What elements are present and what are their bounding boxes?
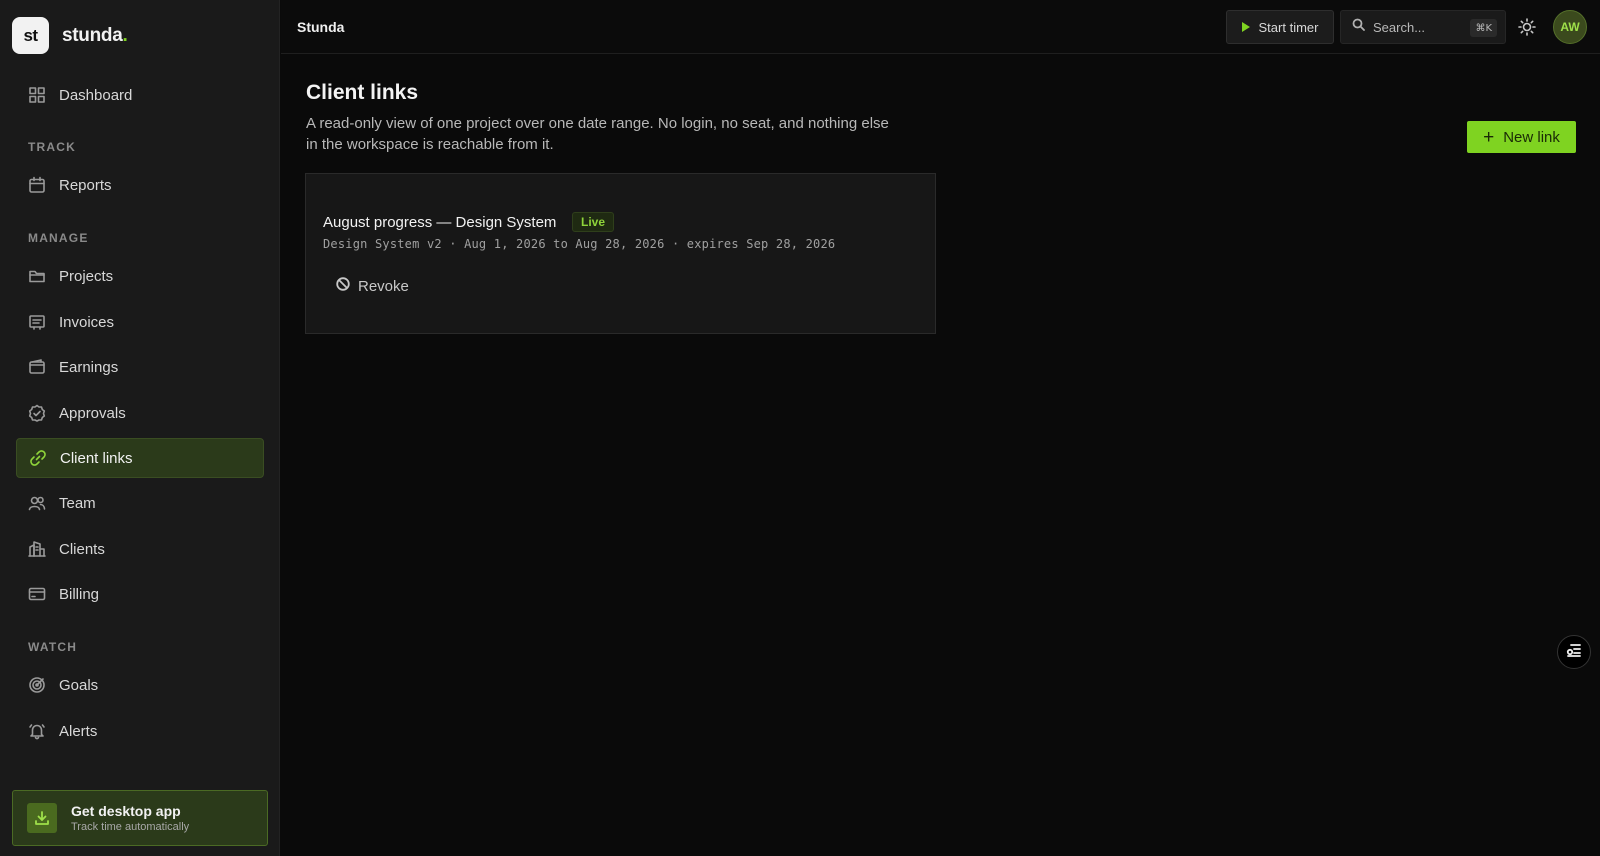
bell-icon	[28, 722, 46, 740]
sidebar-item-label: Earnings	[59, 358, 119, 376]
sidebar-item-label: Goals	[59, 676, 99, 694]
client-link-card: August progress — Design System Live Des…	[305, 173, 936, 334]
building-icon	[28, 540, 46, 558]
calendar-icon	[28, 176, 46, 194]
search-shortcut: ⌘K	[1470, 19, 1497, 37]
start-timer-button[interactable]: Start timer	[1226, 10, 1334, 44]
sidebar-item-reports[interactable]: Reports	[16, 165, 264, 205]
search-input[interactable]	[1373, 19, 1473, 35]
sidebar-item-earnings[interactable]: Earnings	[16, 347, 264, 387]
sidebar-item-team[interactable]: Team	[16, 483, 264, 523]
get-desktop-app-card[interactable]: Get desktop app Track time automatically	[12, 790, 268, 846]
new-link-label: New link	[1503, 128, 1560, 146]
badge-check-icon	[28, 404, 46, 422]
sidebar: st stunda. Dashboard TRACK Reports MANAG…	[0, 0, 280, 856]
sidebar-item-projects[interactable]: Projects	[16, 256, 264, 296]
sidebar-item-approvals[interactable]: Approvals	[16, 393, 264, 433]
invoice-icon	[28, 313, 46, 331]
sidebar-item-label: Invoices	[59, 313, 115, 331]
sidebar-item-label: Clients	[59, 540, 105, 558]
status-badge: Live	[572, 212, 615, 232]
sidebar-item-label: Team	[59, 494, 96, 512]
theme-toggle-button[interactable]	[1517, 17, 1537, 37]
search-box[interactable]: ⌘K	[1340, 10, 1506, 44]
revoke-button[interactable]: Revoke	[336, 273, 409, 299]
grid-icon	[28, 86, 46, 104]
workspace-name: Stunda	[297, 19, 345, 35]
ban-icon	[336, 277, 358, 295]
search-icon	[1352, 18, 1365, 36]
sidebar-item-clients[interactable]: Clients	[16, 529, 264, 569]
sidebar-item-dashboard[interactable]: Dashboard	[16, 75, 264, 115]
revoke-label: Revoke	[358, 277, 409, 295]
download-icon	[27, 803, 57, 833]
sidebar-item-invoices[interactable]: Invoices	[16, 302, 264, 342]
sun-icon	[1517, 18, 1537, 41]
checklist-fab-button[interactable]	[1557, 635, 1591, 669]
topbar: Stunda Start timer ⌘K AW	[281, 0, 1600, 54]
section-label-watch: WATCH	[28, 640, 78, 654]
sidebar-item-label: Reports	[59, 176, 112, 194]
sidebar-item-goals[interactable]: Goals	[16, 665, 264, 705]
page-title: Client links	[306, 81, 419, 104]
logo-dot: .	[122, 24, 128, 46]
sidebar-item-alerts[interactable]: Alerts	[16, 711, 264, 751]
checklist-icon	[1565, 641, 1583, 664]
new-link-button[interactable]: + New link	[1467, 121, 1576, 153]
logo-wordmark: stunda.	[62, 24, 128, 47]
section-label-manage: MANAGE	[28, 231, 89, 245]
user-avatar[interactable]: AW	[1553, 10, 1587, 44]
link-meta: Design System v2 · Aug 1, 2026 to Aug 28…	[323, 237, 836, 251]
sidebar-item-label: Projects	[59, 267, 114, 285]
link-icon	[29, 449, 47, 467]
wallet-icon	[28, 358, 46, 376]
section-label-track: TRACK	[28, 140, 76, 154]
sidebar-item-label: Approvals	[59, 404, 126, 422]
card-icon	[28, 585, 46, 603]
page-description: A read-only view of one project over one…	[306, 115, 889, 153]
sidebar-item-label: Client links	[60, 449, 133, 467]
start-timer-label: Start timer	[1258, 19, 1319, 35]
sidebar-item-label: Alerts	[59, 722, 98, 740]
play-icon	[1241, 22, 1250, 32]
users-icon	[28, 494, 46, 512]
link-title: August progress — Design System	[323, 214, 557, 231]
sidebar-item-label: Billing	[59, 585, 100, 603]
target-icon	[28, 676, 46, 694]
brand-logo[interactable]: st stunda.	[12, 17, 128, 54]
logo-name: stunda	[62, 24, 123, 46]
desktop-app-title: Get desktop app	[71, 803, 181, 819]
logo-mark: st	[12, 17, 49, 54]
sidebar-item-label: Dashboard	[59, 86, 133, 104]
folder-icon	[28, 267, 46, 285]
sidebar-item-billing[interactable]: Billing	[16, 574, 264, 614]
plus-icon: +	[1483, 126, 1495, 148]
sidebar-item-client-links[interactable]: Client links	[16, 438, 264, 478]
desktop-app-subtitle: Track time automatically	[71, 821, 190, 833]
